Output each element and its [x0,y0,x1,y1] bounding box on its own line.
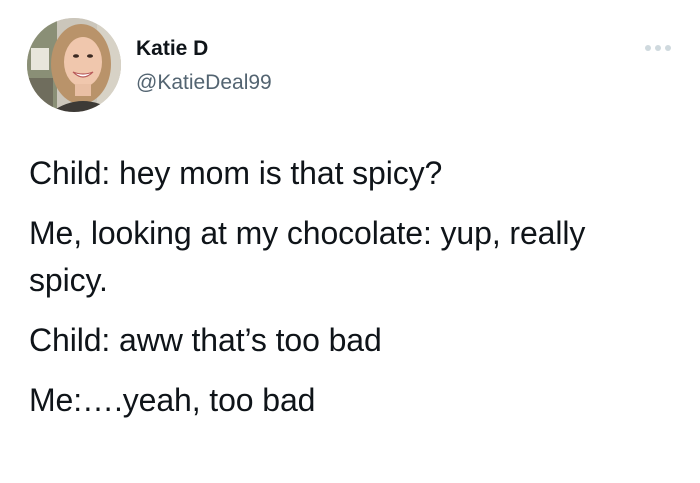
tweet-text: Child: hey mom is that spicy? Me, lookin… [29,150,669,437]
tweet-line: Me, looking at my chocolate: yup, really… [29,215,586,298]
tweet-line: Child: hey mom is that spicy? [29,155,443,191]
tweet-line: Me:….yeah, too bad [29,382,316,418]
author-display-name[interactable]: Katie D [136,36,208,62]
tweet-card: Katie D @KatieDeal99 Child: hey mom is t… [0,0,700,483]
avatar[interactable] [27,18,121,112]
ellipsis-icon [645,45,671,51]
profile-photo-icon [27,18,121,112]
author-handle[interactable]: @KatieDeal99 [136,70,272,96]
tweet-line: Child: aww that’s too bad [29,322,382,358]
more-options-button[interactable] [644,44,672,52]
